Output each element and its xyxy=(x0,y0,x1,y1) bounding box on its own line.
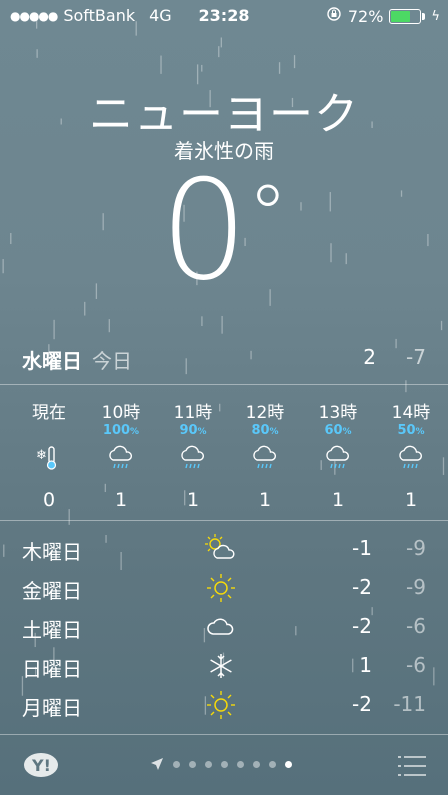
daily-row: 金曜日 -2 -9 xyxy=(22,571,426,610)
list-icon xyxy=(398,756,426,776)
hour-label: 11時 xyxy=(173,403,213,423)
day-name: 木曜日 xyxy=(22,540,82,564)
page-dot[interactable] xyxy=(221,760,228,768)
hour-temp: 1 xyxy=(258,489,272,511)
hour-label: 現在 xyxy=(32,403,66,423)
page-indicator[interactable] xyxy=(150,757,292,771)
hour-temp: 1 xyxy=(404,489,418,511)
day-high: 1 xyxy=(359,653,372,677)
charging-icon: ϟ xyxy=(431,8,440,24)
day-low: -6 xyxy=(406,614,426,638)
hour-temp: 1 xyxy=(114,489,128,511)
today-low: -7 xyxy=(406,345,426,369)
precip-chance: 100% xyxy=(102,423,140,438)
rain-cloud-icon xyxy=(230,441,300,475)
day-name: 土曜日 xyxy=(22,618,82,642)
current-temperature: 0° xyxy=(160,150,288,311)
hourly-item: 13時 60% 1 xyxy=(303,398,373,511)
orientation-lock-icon xyxy=(326,6,342,26)
city-name: ニューヨーク xyxy=(89,89,359,140)
battery-percent: 72% xyxy=(347,6,384,26)
battery-icon xyxy=(389,8,426,24)
day-high: -2 xyxy=(352,692,372,716)
day-name: 日曜日 xyxy=(22,657,82,681)
hour-temp: 0 xyxy=(42,489,56,511)
cloud-icon xyxy=(204,610,238,644)
page-dot[interactable] xyxy=(269,760,276,768)
day-name: 金曜日 xyxy=(22,579,82,603)
hourly-item: 12時 80% 1 xyxy=(230,398,300,511)
hourly-forecast[interactable]: 現在 ❄ 0 10時 100% 1 11時 90% 1 12時 80% 1 13時 60% 1 14時 50% 1 xyxy=(0,398,448,513)
page-dot[interactable] xyxy=(253,760,260,768)
daily-row: 日曜日 1 -6 xyxy=(22,649,426,688)
yahoo-logo-text: Y! xyxy=(31,756,51,775)
rain-cloud-icon xyxy=(158,441,228,475)
day-high: -2 xyxy=(352,575,372,599)
page-dot[interactable] xyxy=(205,760,212,768)
day-name: 月曜日 xyxy=(22,696,82,720)
hourly-item: 11時 90% 1 xyxy=(158,398,228,511)
rain-cloud-icon xyxy=(303,441,373,475)
yahoo-logo-button[interactable]: Y! xyxy=(22,751,60,779)
partly-sunny-icon xyxy=(204,532,238,566)
degree-symbol: ° xyxy=(247,168,288,261)
thermometer-snow-icon: ❄ xyxy=(14,441,84,475)
precip-chance xyxy=(14,423,84,439)
sun-icon xyxy=(204,688,238,722)
page-dot[interactable] xyxy=(237,760,244,768)
status-bar: ●●●●● SoftBank 4G 23:28 72% ϟ xyxy=(0,0,448,30)
page-dot[interactable] xyxy=(189,760,196,768)
precip-chance: 90% xyxy=(179,423,207,438)
daily-forecast: 木曜日 -1 -9 金曜日 -2 -9 土曜日 -2 -6 日曜日 1 -6 月曜日 -2 -11 xyxy=(22,532,426,727)
hour-label: 12時 xyxy=(245,403,285,423)
sun-icon xyxy=(204,571,238,605)
daily-row: 土曜日 -2 -6 xyxy=(22,610,426,649)
day-low: -9 xyxy=(406,536,426,560)
today-summary: 水曜日 今日 2 -7 xyxy=(22,345,426,375)
hour-label: 14時 xyxy=(391,403,431,423)
precip-chance: 50% xyxy=(397,423,425,438)
rain-cloud-icon xyxy=(86,441,156,475)
hourly-item: 現在 ❄ 0 xyxy=(14,398,84,511)
day-low: -6 xyxy=(406,653,426,677)
svg-text:❄: ❄ xyxy=(36,448,47,463)
hour-label: 10時 xyxy=(101,403,141,423)
daily-row: 木曜日 -1 -9 xyxy=(22,532,426,571)
today-day: 水曜日 xyxy=(22,349,82,373)
today-label: 今日 xyxy=(92,349,132,373)
city-list-button[interactable] xyxy=(398,755,426,777)
page-dot[interactable] xyxy=(173,760,180,768)
day-low: -11 xyxy=(393,692,426,716)
hour-label: 13時 xyxy=(318,403,358,423)
hour-temp: 1 xyxy=(186,489,200,511)
hour-temp: 1 xyxy=(331,489,345,511)
divider xyxy=(0,520,448,521)
rain-cloud-icon xyxy=(376,441,446,475)
precip-chance: 80% xyxy=(251,423,279,438)
precip-chance: 60% xyxy=(324,423,352,438)
page-dot[interactable] xyxy=(285,760,292,768)
hourly-item: 10時 100% 1 xyxy=(86,398,156,511)
day-low: -9 xyxy=(406,575,426,599)
hourly-item: 14時 50% 1 xyxy=(376,398,446,511)
today-high: 2 xyxy=(363,345,376,369)
bottom-toolbar: Y! xyxy=(0,735,448,795)
daily-row: 月曜日 -2 -11 xyxy=(22,688,426,727)
snowflake-icon xyxy=(204,649,238,683)
divider xyxy=(0,384,448,385)
day-high: -2 xyxy=(352,614,372,638)
day-high: -1 xyxy=(352,536,372,560)
location-arrow-icon xyxy=(151,758,163,770)
